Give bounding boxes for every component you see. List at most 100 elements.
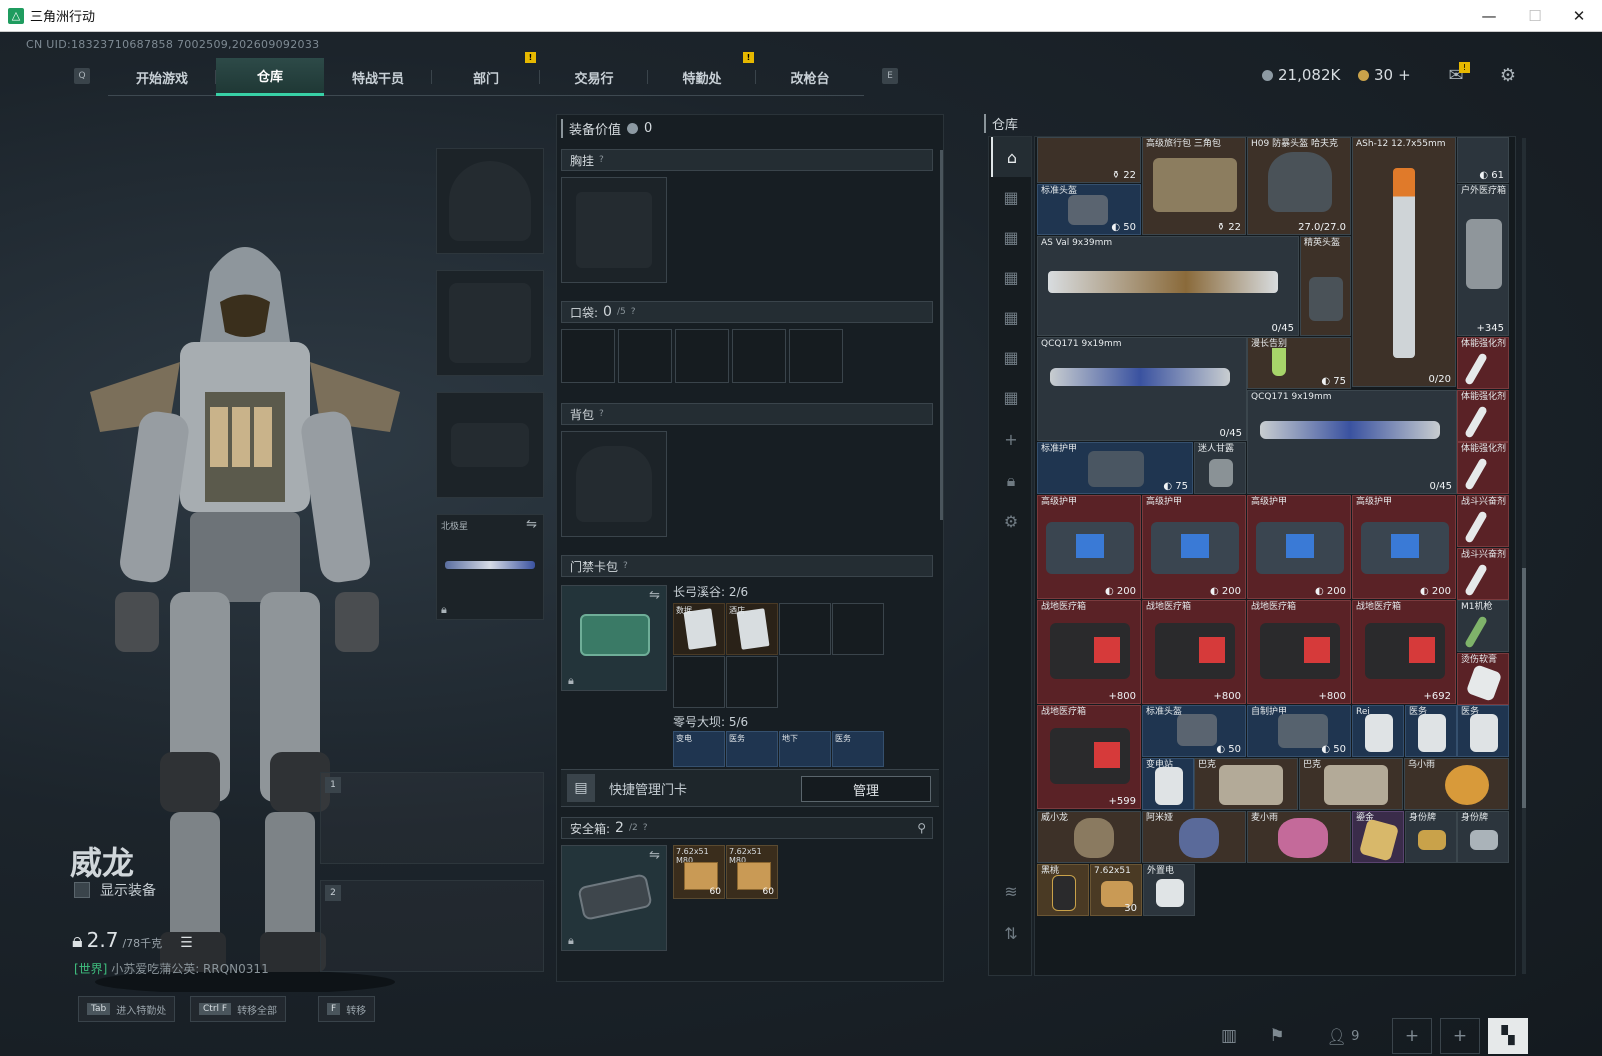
stash-item[interactable]: M1机枪 (1457, 600, 1509, 652)
add-page-icon[interactable]: + (991, 419, 1031, 459)
primary-weapon-slot-2[interactable]: 2 (320, 880, 544, 972)
help-icon[interactable]: ? (599, 409, 604, 419)
stash-scrollbar[interactable] (1522, 138, 1526, 974)
stash-item[interactable]: 医务 (1457, 705, 1509, 757)
stash-item[interactable]: 高级旅行包 三角包 ⚱ 22 (1142, 137, 1246, 235)
keycard-empty-slot[interactable] (673, 656, 725, 708)
nav-next-key[interactable]: E (882, 68, 898, 84)
stash-item[interactable]: 鎏金 (1352, 811, 1404, 863)
stash-settings-icon[interactable]: ⚙ (991, 501, 1031, 541)
stash-page-icon[interactable]: ▦ (991, 177, 1031, 217)
stash-item[interactable]: H09 防暴头盔 哈夫克 27.0/27.0 (1247, 137, 1351, 235)
stash-item[interactable]: 体能强化剂 (1457, 390, 1509, 442)
settings-gear-icon[interactable]: ⚙ (1496, 64, 1520, 86)
list-icon[interactable]: ☰ (180, 935, 193, 951)
swap-icon[interactable]: ⇋ (649, 588, 660, 603)
stash-item[interactable]: 7.62x51 30 (1090, 864, 1142, 916)
mail-icon[interactable]: ✉! (1444, 62, 1470, 86)
nav-prev-key[interactable]: Q (74, 68, 90, 84)
primary-weapon-slot-1[interactable]: 1 (320, 772, 544, 864)
world-chat[interactable]: [世界] 小苏爱吃蒲公英: RRQN0311 (74, 960, 269, 977)
currency-gold[interactable]: 30 + (1358, 66, 1411, 84)
helmet-slot[interactable] (436, 148, 544, 254)
sidearm-slot[interactable]: 北极星 ⇋ 🔒︎ (436, 514, 544, 620)
stash-item[interactable]: ASh-12 12.7x55mm 0/20 (1352, 137, 1456, 387)
pocket-slot[interactable] (732, 329, 786, 383)
stash-item-medkit[interactable]: 战地医疗箱 +599 (1037, 705, 1141, 809)
stash-page-icon[interactable]: ▦ (991, 337, 1031, 377)
stash-item[interactable]: 标准护甲 ◐ 75 (1037, 442, 1193, 494)
stash-item-armor[interactable]: 高级护甲 ◐ 200 (1247, 495, 1351, 599)
stash-item[interactable]: 烫伤软膏 (1457, 653, 1509, 705)
tab-department[interactable]: 部门! (432, 52, 540, 96)
stash-page-icon[interactable]: ▦ (991, 377, 1031, 417)
stash-page-icon[interactable]: ▦ (991, 297, 1031, 337)
stash-item[interactable]: 标准头盔 ◐ 50 (1142, 705, 1246, 757)
safebox-ammo-item[interactable]: 7.62x51 M80 60 (726, 845, 778, 899)
stash-item[interactable]: 漫长告别 ◐ 75 (1247, 337, 1351, 389)
stash-item[interactable]: Rei (1352, 705, 1404, 757)
maximize-button[interactable]: ☐ (1512, 0, 1558, 32)
pocket-slot[interactable] (675, 329, 729, 383)
keycard-empty-slot[interactable] (779, 603, 831, 655)
stash-item[interactable]: 战斗兴奋剂 (1457, 548, 1509, 600)
help-icon[interactable]: ? (643, 823, 648, 833)
stash-item[interactable]: 户外医疗箱 +345 (1457, 184, 1509, 336)
stash-item[interactable]: 麦小雨 (1247, 811, 1351, 863)
tab-trade[interactable]: 交易行 (540, 58, 648, 96)
stash-home-icon[interactable]: ⌂ (991, 137, 1031, 177)
stash-item-medkit[interactable]: 战地医疗箱 +800 (1142, 600, 1246, 704)
stash-item[interactable]: 体能强化剂 (1457, 337, 1509, 389)
help-icon[interactable]: ? (631, 307, 636, 317)
safebox-slot[interactable]: ⇋ 🔒︎ (561, 845, 667, 951)
chest-rig-slot[interactable] (561, 177, 667, 283)
swap-icon[interactable]: ⇋ (649, 848, 660, 863)
stash-item[interactable]: 精英头盔 (1300, 236, 1351, 336)
keycard-empty-slot[interactable] (726, 656, 778, 708)
pin-icon[interactable]: ⚲ (917, 821, 926, 835)
stash-page-icon[interactable]: ▦ (991, 217, 1031, 257)
stash-item-armor[interactable]: 高级护甲 ◐ 200 (1352, 495, 1456, 599)
stash-item[interactable]: 迷人甘露 (1194, 442, 1246, 494)
stash-item[interactable]: ◐ 61 (1457, 137, 1509, 183)
show-gear-checkbox[interactable] (74, 882, 90, 898)
hint-transfer-all[interactable]: Ctrl F 转移全部 (190, 996, 287, 1022)
stash-item[interactable]: 变电站 (1142, 758, 1194, 810)
locked-page-icon[interactable]: 🔒︎ (991, 461, 1031, 501)
close-button[interactable]: ✕ (1556, 0, 1602, 32)
help-icon[interactable]: ? (623, 561, 628, 571)
stash-item[interactable]: 体能强化剂 (1457, 442, 1509, 494)
flag-icon[interactable]: ⚑ (1260, 1018, 1294, 1054)
stash-item[interactable]: 乌小雨 (1404, 758, 1509, 810)
stash-item-medkit[interactable]: 战地医疗箱 +800 (1037, 600, 1141, 704)
stash-item[interactable]: 巴克 (1194, 758, 1298, 810)
swap-icon[interactable]: ⇋ (526, 517, 537, 532)
player-avatar[interactable]: ▚ (1488, 1018, 1528, 1054)
stash-item[interactable]: 自制护甲 ◐ 50 (1247, 705, 1351, 757)
sort-icon[interactable]: ⇅ (991, 913, 1031, 953)
stash-item[interactable]: AS Val 9x39mm 0/45 (1037, 236, 1299, 336)
stash-item[interactable]: 阿米娅 (1142, 811, 1246, 863)
manage-button[interactable]: 管理 (801, 776, 931, 802)
equipment-scrollbar[interactable] (940, 150, 943, 520)
add-squad-slot[interactable]: + (1392, 1018, 1432, 1054)
help-icon[interactable]: ? (599, 155, 604, 165)
hint-transfer[interactable]: F 转移 (318, 996, 376, 1022)
keycard-item[interactable]: 变电 (673, 731, 725, 767)
tab-special-ops[interactable]: 特勤处! (648, 52, 756, 96)
pocket-slot[interactable] (789, 329, 843, 383)
stash-item-armor[interactable]: 高级护甲 ◐ 200 (1142, 495, 1246, 599)
stash-item-medkit[interactable]: 战地医疗箱 +800 (1247, 600, 1351, 704)
stash-item[interactable]: 身份牌 (1405, 811, 1457, 863)
stash-item-medkit[interactable]: 战地医疗箱 +692 (1352, 600, 1456, 704)
keycard-item[interactable]: 地下 (779, 731, 831, 767)
stash-page-icon[interactable]: ▦ (991, 257, 1031, 297)
minimize-button[interactable]: — (1466, 0, 1512, 32)
stash-item[interactable]: 医务 (1405, 705, 1457, 757)
stash-item[interactable]: QCQ171 9x19mm 0/45 (1037, 337, 1247, 441)
pocket-slot[interactable] (618, 329, 672, 383)
backpack-slot[interactable] (561, 431, 667, 537)
layers-icon[interactable]: ≋ (991, 871, 1031, 911)
friends-button[interactable]: 👤︎ 9 (1316, 1018, 1370, 1054)
stash-item-armor[interactable]: 高级护甲 ◐ 200 (1037, 495, 1141, 599)
